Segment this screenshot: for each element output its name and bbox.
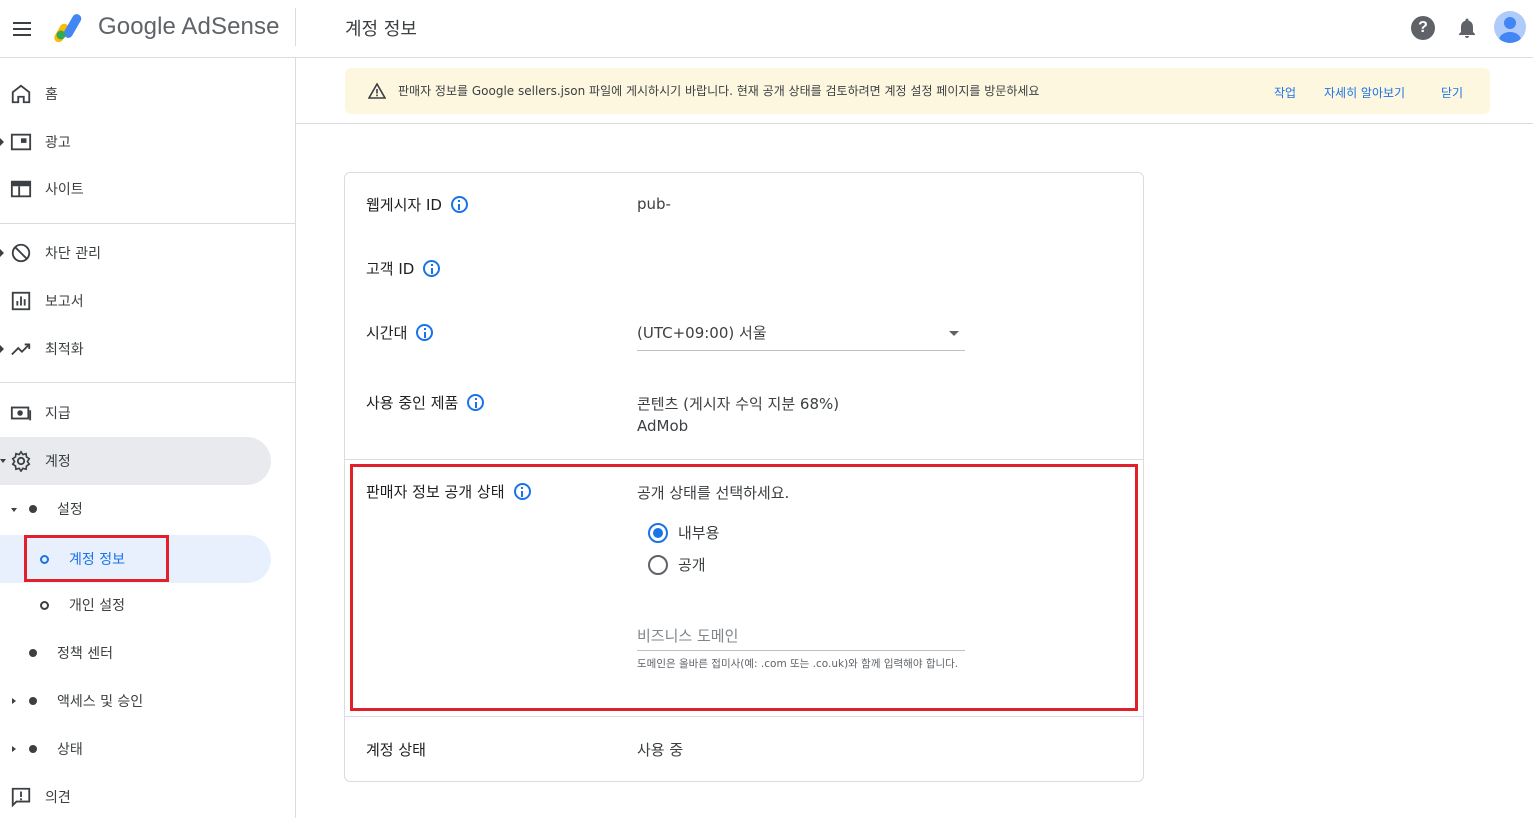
expand-arrow-icon[interactable] (12, 746, 16, 752)
bullet-icon (29, 697, 37, 705)
expand-arrow-icon[interactable] (0, 249, 4, 257)
help-icon[interactable]: ? (1411, 16, 1435, 40)
payments-icon (10, 406, 32, 421)
banner-message: 판매자 정보를 Google sellers.json 파일에 게시하시기 바랍… (398, 84, 1040, 98)
sidebar-item-label: 차단 관리 (45, 246, 101, 262)
sidebar-item-policy-center[interactable]: 정책 센터 (0, 629, 271, 677)
collapse-arrow-icon[interactable] (11, 508, 17, 512)
timezone-select[interactable]: (UTC+09:00) 서울 (637, 321, 965, 351)
publisher-id-value: pub- (637, 195, 671, 213)
notification-banner: 판매자 정보를 Google sellers.json 파일에 게시하시기 바랍… (345, 68, 1490, 114)
feedback-icon (11, 787, 31, 808)
highlight-box (350, 464, 1138, 711)
learn-more-link[interactable]: 자세히 알아보기 (1324, 84, 1405, 101)
sidebar-item-feedback[interactable]: 의견 (0, 773, 271, 821)
sidebar-item-label: 정책 센터 (57, 646, 113, 662)
avatar[interactable] (1494, 11, 1526, 43)
ads-icon (10, 133, 32, 151)
sidebar-item-access-auth[interactable]: 액세스 및 승인 (0, 677, 271, 725)
sidebar: 홈 광고 사이트 차단 관리 보고서 최적화 지급 계정 설정 계정 정보 개인… (0, 58, 296, 818)
sidebar-item-reports[interactable]: 보고서 (0, 277, 271, 325)
sidebar-item-label: 보고서 (45, 294, 84, 310)
block-icon (11, 243, 31, 263)
info-icon[interactable] (416, 324, 434, 341)
sidebar-item-label: 액세스 및 승인 (57, 694, 144, 710)
customer-id-row-label: 고객 ID (366, 258, 441, 279)
top-app-bar: Google AdSense 계정 정보 ? (0, 0, 1533, 58)
header-divider (295, 8, 296, 46)
timezone-row-label: 시간대 (366, 322, 434, 343)
sidebar-item-label: 홈 (45, 87, 58, 103)
sidebar-item-personal-settings[interactable]: 개인 설정 (0, 581, 271, 629)
product-item: AdMob (637, 417, 689, 435)
expand-arrow-icon[interactable] (0, 345, 4, 353)
sites-icon (10, 180, 32, 198)
info-icon[interactable] (423, 260, 441, 277)
bullet-ring-icon (40, 601, 49, 610)
collapse-arrow-icon[interactable] (0, 459, 6, 463)
menu-icon[interactable] (8, 15, 36, 43)
gear-icon (11, 450, 31, 472)
account-status-value: 사용 중 (637, 741, 684, 759)
sidebar-item-label: 상태 (57, 742, 83, 758)
product-item: 콘텐츠 (게시자 수익 지분 68%) (637, 395, 840, 413)
warning-icon (368, 83, 386, 99)
sidebar-item-settings[interactable]: 설정 (0, 485, 271, 533)
info-icon[interactable] (450, 196, 468, 213)
highlight-box (24, 535, 169, 582)
bullet-icon (29, 649, 37, 657)
products-row-label: 사용 중인 제품 (366, 392, 485, 413)
sidebar-divider (0, 382, 295, 383)
sidebar-item-ads[interactable]: 광고 (0, 118, 271, 166)
sidebar-divider (0, 223, 295, 224)
sidebar-item-label: 설정 (57, 502, 83, 518)
field-label: 시간대 (366, 324, 408, 342)
expand-arrow-icon[interactable] (12, 698, 16, 704)
sidebar-item-optimization[interactable]: 최적화 (0, 325, 271, 373)
card-divider (345, 716, 1143, 717)
timezone-selected-value: (UTC+09:00) 서울 (637, 324, 767, 342)
bell-icon[interactable] (1455, 16, 1479, 40)
info-icon[interactable] (467, 394, 485, 411)
banner-action-button[interactable]: 작업 (1274, 84, 1296, 101)
sidebar-item-label: 지급 (45, 406, 71, 422)
page-title: 계정 정보 (345, 19, 417, 40)
sidebar-item-label: 광고 (45, 135, 71, 151)
sidebar-item-label: 사이트 (45, 182, 84, 198)
sidebar-item-blocking[interactable]: 차단 관리 (0, 229, 271, 277)
sidebar-item-sites[interactable]: 사이트 (0, 165, 271, 213)
home-icon (11, 84, 31, 104)
expand-arrow-icon[interactable] (0, 138, 4, 146)
field-label: 사용 중인 제품 (366, 394, 459, 412)
adsense-logo-icon[interactable] (54, 10, 90, 42)
content-divider (296, 123, 1533, 124)
sidebar-item-home[interactable]: 홈 (0, 70, 271, 118)
bullet-icon (29, 745, 37, 753)
sidebar-item-payments[interactable]: 지급 (0, 389, 271, 437)
account-status-row-label: 계정 상태 (366, 739, 426, 760)
dismiss-button[interactable]: 닫기 (1441, 84, 1463, 101)
trending-icon (11, 343, 31, 356)
publisher-id-row-label: 웹게시자 ID (366, 194, 468, 215)
sidebar-item-label: 개인 설정 (69, 598, 125, 614)
field-label: 고객 ID (366, 260, 415, 278)
field-label: 계정 상태 (366, 741, 426, 759)
card-divider (345, 459, 1143, 460)
chevron-down-icon (949, 331, 959, 336)
sidebar-item-status[interactable]: 상태 (0, 725, 271, 773)
sidebar-item-label: 최적화 (45, 342, 84, 358)
sidebar-item-account[interactable]: 계정 (0, 437, 271, 485)
bullet-icon (29, 505, 37, 513)
brand-name[interactable]: Google AdSense (98, 13, 280, 41)
report-icon (11, 291, 31, 311)
sidebar-item-label: 계정 (45, 454, 71, 470)
sidebar-item-label: 의견 (45, 790, 71, 806)
field-label: 웹게시자 ID (366, 196, 442, 214)
